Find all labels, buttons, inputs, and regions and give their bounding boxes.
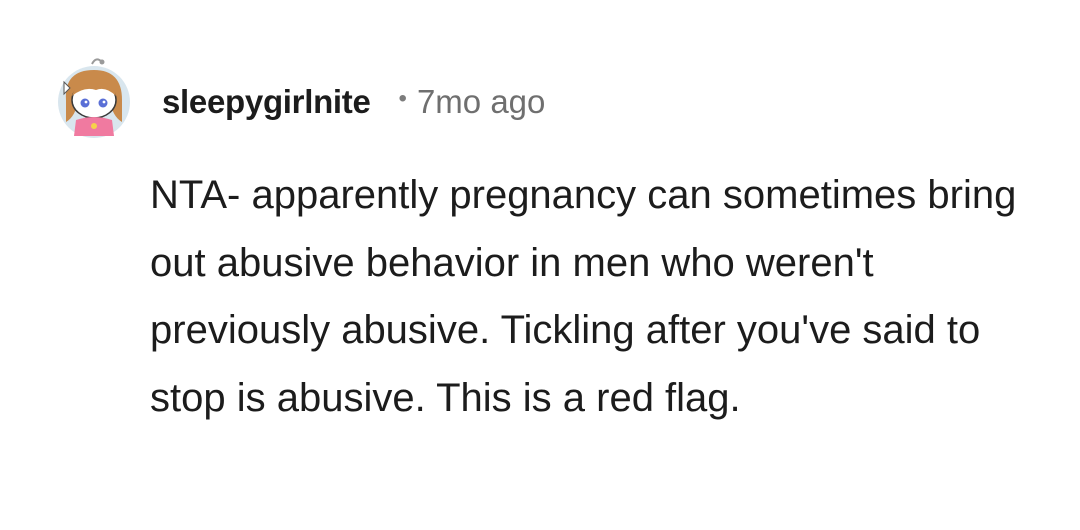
comment: sleepygirlnite • 7mo ago NTA- apparently… [0,0,1080,530]
comment-header: sleepygirlnite • 7mo ago [162,78,545,126]
separator-dot: • [398,85,407,112]
username-link[interactable]: sleepygirlnite [162,83,371,121]
comment-body: NTA- apparently pregnancy can sometimes … [150,173,1017,420]
user-avatar[interactable] [56,56,134,140]
anime-girl-avatar-icon [58,58,130,138]
comment-timestamp: 7mo ago [416,83,546,120]
